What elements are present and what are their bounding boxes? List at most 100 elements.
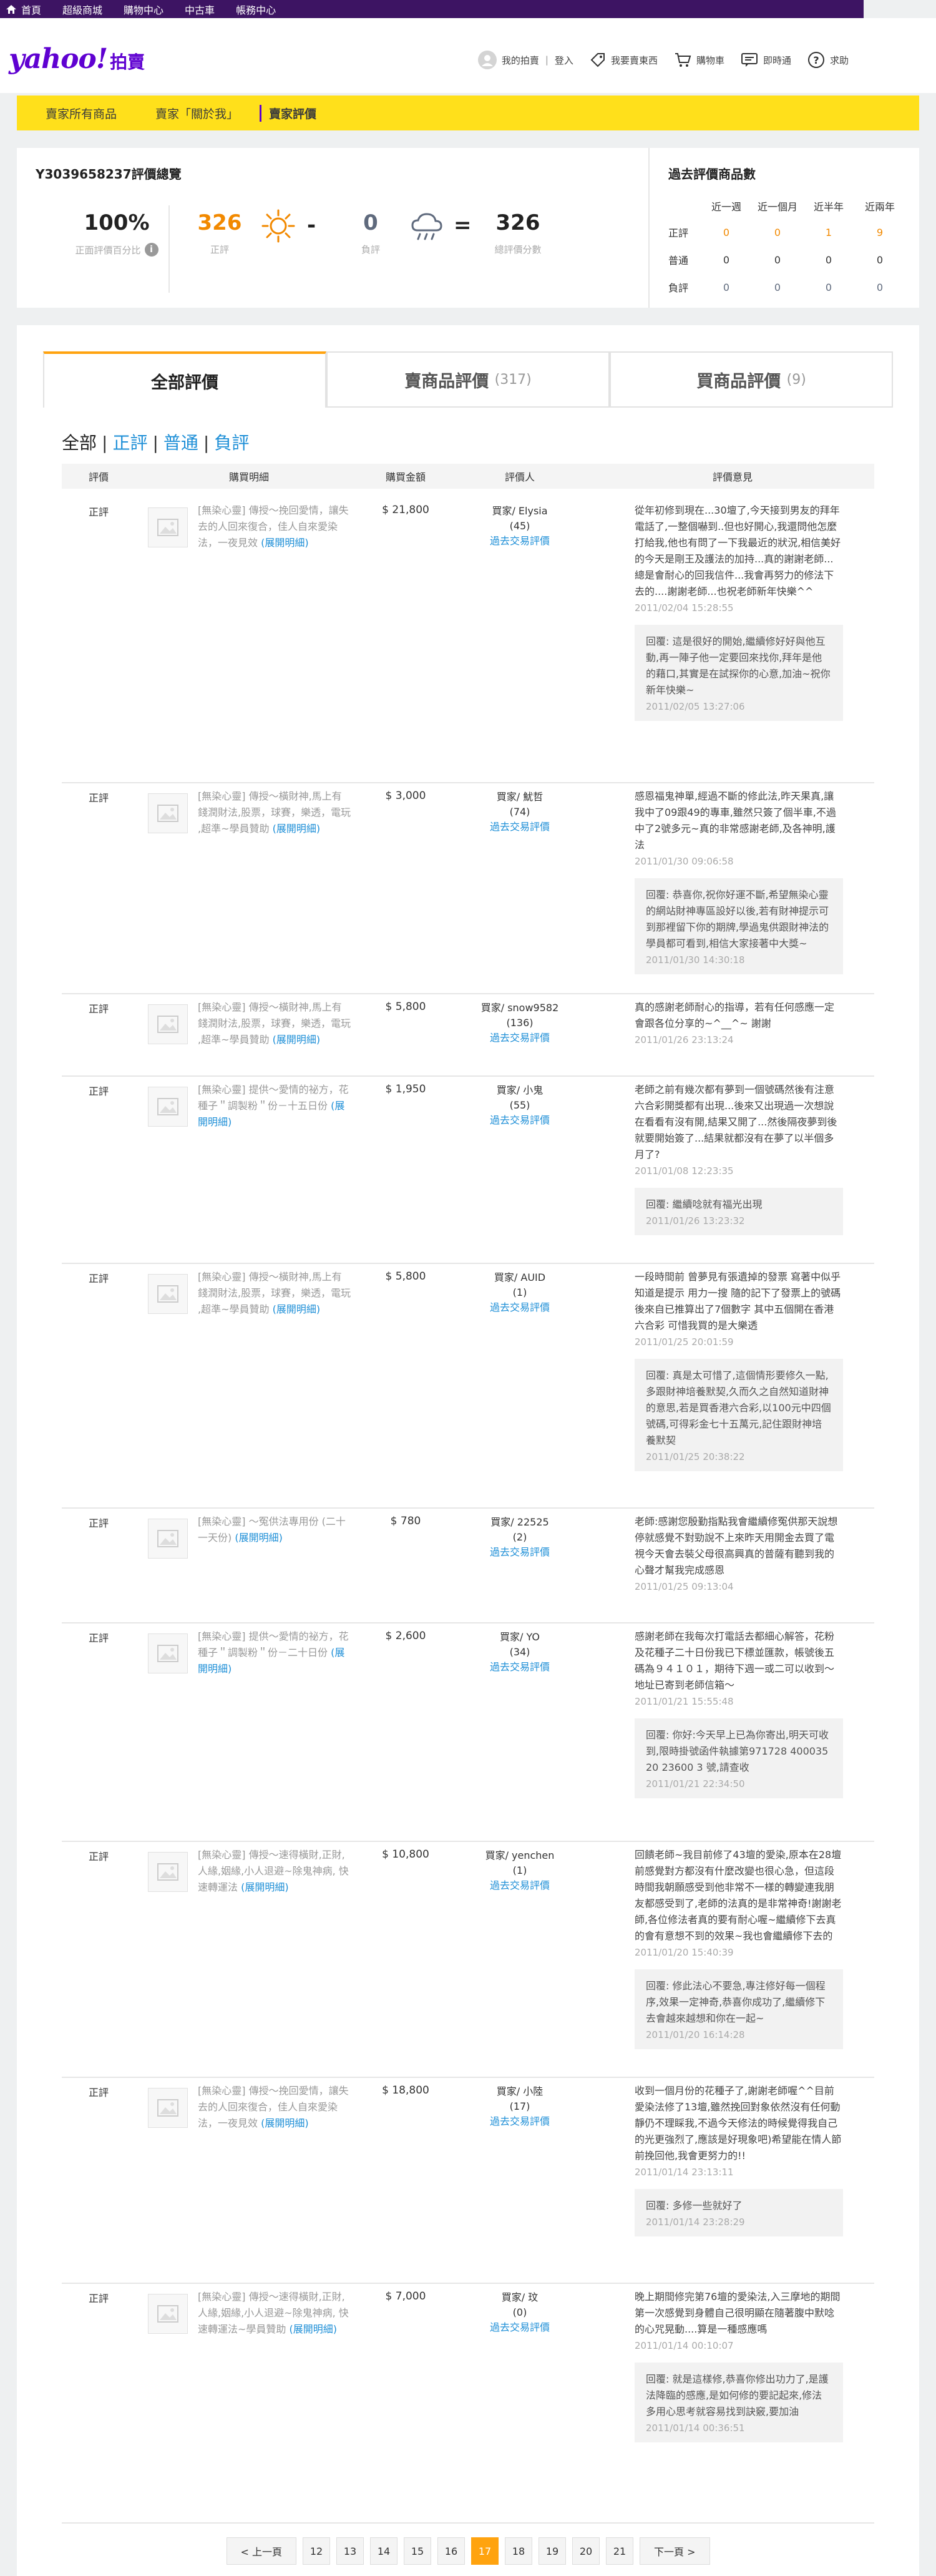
rater-count: (55) [509,1099,530,1111]
topbar-supermall[interactable]: 超級商城 [62,2,102,17]
past-transactions-link[interactable]: 過去交易評價 [490,1301,550,1313]
rater-name[interactable]: 買家/ 玟 [449,2290,591,2305]
rater-name[interactable]: 買家/ AUID [449,1270,591,1285]
rating-summary-card: Y3039658237評價總覽 100% 正面評價百分比 i 326 正評 - … [17,148,919,308]
page-link[interactable]: 20 [572,2537,600,2565]
reply-text: 回覆: 多修一些就好了 [646,2200,743,2211]
rating-filters: 全部 | 正評 | 普通 | 負評 [62,429,249,454]
comment-column: 老師:感謝您殷勤指點我會繼續修冤供那天說想停就感覺不對勁說不上來昨天用開金去買了… [635,1514,843,1592]
item-thumbnail[interactable] [148,507,188,547]
current-page[interactable]: 17 [471,2537,499,2565]
next-page-button[interactable]: 下一頁 > [640,2537,710,2565]
expand-details-link[interactable]: (展開明細) [273,1303,321,1315]
image-placeholder-icon [157,805,178,822]
help-link[interactable]: ? 求助 [807,51,849,69]
total-score-value: 326 [495,210,540,235]
item-thumbnail[interactable] [148,1852,188,1892]
item-details: [無染心靈] 傳授～橫財神,馬上有錢潤財法,股票，球賽，樂透，電玩 ,超準~學員… [198,999,351,1048]
expand-details-link[interactable]: (展開明細) [273,823,321,835]
page-link[interactable]: 19 [539,2537,566,2565]
past-transactions-link[interactable]: 過去交易評價 [490,821,550,833]
seller-reply: 回覆: 你好:今天早上已為你寄出,明天可收到,限時掛號函件執據第971728 4… [635,1718,843,1798]
item-thumbnail[interactable] [148,793,188,833]
page-link[interactable]: 15 [404,2537,431,2565]
past-transactions-link[interactable]: 過去交易評價 [490,1114,550,1126]
comment-column: 從年初修到現在...30壇了,今天接到男友的拜年電話了,一整個嚇到..但也好開心… [635,502,843,721]
topbar-billing[interactable]: 帳務中心 [236,2,276,17]
purchase-amount: $ 3,000 [385,790,426,802]
item-thumbnail[interactable] [148,1087,188,1127]
my-auction-link[interactable]: 我的拍賣 [477,51,539,69]
filter-positive[interactable]: 正評 [112,433,147,453]
page-link[interactable]: 12 [303,2537,330,2565]
item-title[interactable]: [無染心靈] 提供～愛情的祕方，花種子＂調製粉＂份－二十日份 [198,1630,349,1658]
past-transactions-link[interactable]: 過去交易評價 [490,1879,550,1891]
page-link[interactable]: 18 [505,2537,532,2565]
topbar-home[interactable]: 首頁 [6,2,41,17]
item-thumbnail[interactable] [148,2088,188,2128]
rater-name[interactable]: 買家/ YO [449,1630,591,1645]
past-transactions-link[interactable]: 過去交易評價 [490,1661,550,1673]
reply-date: 2011/01/26 13:23:32 [646,1215,745,1227]
seller-about-tab[interactable]: 賣家「關於我」 [155,105,238,122]
filter-all[interactable]: 全部 [62,433,97,453]
item-title[interactable]: [無染心靈] 提供～愛情的祕方，花種子＂調製粉＂份－十五日份 [198,1084,349,1112]
topbar-shopping-center[interactable]: 購物中心 [124,2,163,17]
past-transactions-link[interactable]: 過去交易評價 [490,1546,550,1558]
expand-details-link[interactable]: (展開明細) [261,2117,309,2129]
messenger-link[interactable]: 即時通 [741,52,791,68]
reply-date: 2011/01/20 16:14:28 [646,2029,745,2040]
tab-all-ratings[interactable]: 全部評價 [43,351,326,408]
expand-details-link[interactable]: (展開明細) [261,537,309,549]
rating-comment: 老師:感謝您殷勤指點我會繼續修冤供那天說想停就感覺不對勁說不上來昨天用開金去買了… [635,1516,838,1576]
page-link[interactable]: 13 [336,2537,364,2565]
seller-rating-tab[interactable]: 賣家評價 [260,104,316,122]
rater-name[interactable]: 買家/ 小陸 [449,2084,591,2099]
item-thumbnail[interactable] [148,2294,188,2334]
info-icon[interactable]: i [144,243,158,257]
rater-name[interactable]: 買家/ snow9582 [449,1001,591,1016]
column-header-price: 購買金額 [385,471,426,483]
page-link[interactable]: 16 [437,2537,465,2565]
rater-name[interactable]: 買家/ 22525 [449,1515,591,1530]
prev-page-button[interactable]: < 上一頁 [226,2537,296,2565]
expand-details-link[interactable]: (展開明細) [235,1532,283,1544]
image-placeholder-icon [157,519,178,536]
page-link[interactable]: 21 [606,2537,633,2565]
item-thumbnail[interactable] [148,1004,188,1044]
item-thumbnail[interactable] [148,1633,188,1673]
filter-negative[interactable]: 負評 [214,433,249,453]
past-transactions-link[interactable]: 過去交易評價 [490,2321,550,2333]
cart-link[interactable]: 購物車 [674,52,724,68]
yahoo-auction-logo[interactable]: yahoo! 拍賣 [9,43,145,75]
image-placeholder-icon [157,1530,178,1547]
item-thumbnail[interactable] [148,1519,188,1559]
past-transactions-link[interactable]: 過去交易評價 [490,2115,550,2127]
expand-details-link[interactable]: (展開明細) [290,2323,338,2335]
rater-name[interactable]: 買家/ 小鬼 [449,1083,591,1098]
expand-details-link[interactable]: (展開明細) [241,1881,289,1893]
item-details: [無染心靈] 傳授～速得橫財,正財,人緣,姻緣,小人退避~除鬼神病, 快速轉運法… [198,2289,351,2338]
svg-text:?: ? [813,54,819,66]
tab-buyer-ratings[interactable]: 買商品評價 (9) [610,351,893,406]
past-transactions-link[interactable]: 過去交易評價 [490,535,550,547]
comment-column: 晚上期間修完第76壇的愛染法,入三摩地的期間第一次感覺到身體自己很明顯在隨著腹中… [635,2289,843,2442]
login-link[interactable]: 登入 [555,54,573,67]
topbar-used-cars[interactable]: 中古車 [185,2,215,17]
tab-seller-ratings[interactable]: 賣商品評價 (317) [326,351,610,406]
rating-value: 正評 [88,1085,109,1097]
item-thumbnail[interactable] [148,1274,188,1314]
rater-name[interactable]: 買家/ yenchen [449,1848,591,1863]
filter-neutral[interactable]: 普通 [163,433,198,453]
rater-name[interactable]: 買家/ Elysia [449,504,591,519]
page-link[interactable]: 14 [370,2537,397,2565]
help-label: 求助 [829,54,849,66]
sell-link[interactable]: 我要賣東西 [590,52,658,68]
seller-all-items-tab[interactable]: 賣家所有商品 [46,105,117,122]
past-transactions-link[interactable]: 過去交易評價 [490,1032,550,1044]
rater-name[interactable]: 買家/ 魷哲 [449,790,591,805]
expand-details-link[interactable]: (展開明細) [273,1034,321,1046]
past-cell: 1 [825,226,832,238]
purchase-amount: $ 5,800 [385,1270,426,1283]
table-row: 正評 [無染心靈] 傳授～挽回愛情，讓失去的人回來復合，佳人自來愛染法，一夜見效 … [62,497,874,783]
